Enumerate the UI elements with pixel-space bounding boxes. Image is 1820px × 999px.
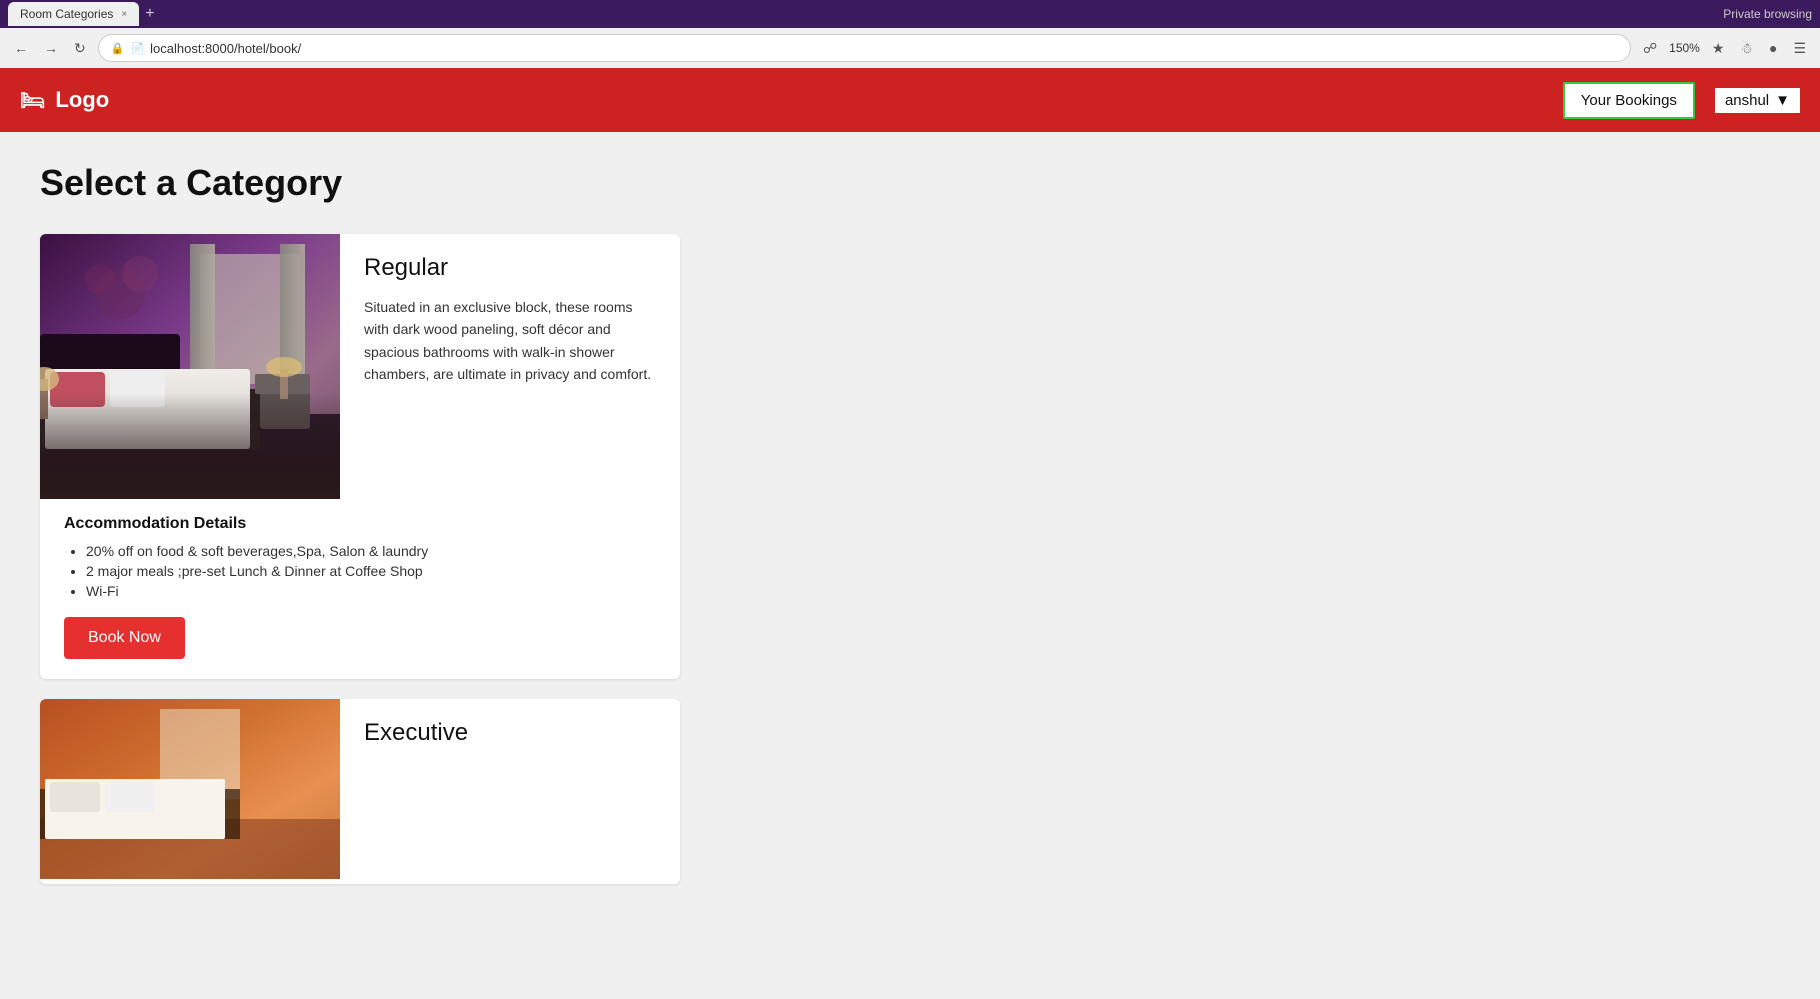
room-image-executive [40, 699, 340, 884]
accommodation-list-regular: 20% off on food & soft beverages,Spa, Sa… [64, 543, 656, 599]
category-name-executive: Executive [364, 719, 660, 747]
tab-title: Room Categories [20, 7, 113, 21]
category-description-regular: Situated in an exclusive block, these ro… [364, 296, 660, 386]
room-image-regular [40, 234, 340, 499]
feature-item: 20% off on food & soft beverages,Spa, Sa… [86, 543, 656, 559]
tab-bar: Room Categories × + Private browsing [0, 0, 1820, 28]
dropdown-icon: ▼ [1775, 92, 1790, 109]
feature-item: 2 major meals ;pre-set Lunch & Dinner at… [86, 563, 656, 579]
address-bar[interactable] [150, 41, 1618, 56]
browser-chrome: Room Categories × + Private browsing ← →… [0, 0, 1820, 68]
page-content: Select a Category [0, 132, 1820, 992]
page-icon: 📄 [130, 42, 144, 55]
shield-button[interactable]: ☃ [1736, 36, 1757, 61]
toolbar-right: ☍ 150% ★ ☃ ● ☰ [1639, 36, 1810, 61]
bookmark-button[interactable]: ★ [1708, 36, 1729, 61]
user-menu[interactable]: anshul ▼ [1715, 88, 1800, 113]
address-bar-container: 🔒 📄 [98, 34, 1631, 62]
user-name: anshul [1725, 92, 1769, 109]
category-name-regular: Regular [364, 254, 660, 282]
browser-toolbar: ← → ↻ 🔒 📄 ☍ 150% ★ ☃ ● ☰ [0, 28, 1820, 68]
profile-button[interactable]: ● [1765, 36, 1781, 60]
bed-icon: 🛏 [20, 88, 45, 113]
forward-button[interactable]: → [40, 36, 62, 60]
card-bottom-regular: Accommodation Details 20% off on food & … [40, 499, 680, 679]
page-title: Select a Category [40, 162, 1780, 204]
card-top-executive: Executive [40, 699, 680, 884]
refresh-button[interactable]: ↻ [70, 36, 90, 61]
feature-item: Wi-Fi [86, 583, 656, 599]
app-navbar: 🛏 Logo Your Bookings anshul ▼ [0, 68, 1820, 132]
your-bookings-button[interactable]: Your Bookings [1563, 82, 1695, 119]
back-button[interactable]: ← [10, 36, 32, 60]
active-tab[interactable]: Room Categories × [8, 2, 139, 26]
room-svg-regular [40, 234, 340, 499]
new-tab-button[interactable]: + [145, 5, 154, 23]
card-info-regular: Regular Situated in an exclusive block, … [364, 234, 680, 499]
category-card-executive: Executive [40, 699, 680, 884]
menu-button[interactable]: ☰ [1789, 36, 1810, 61]
category-card-regular: Regular Situated in an exclusive block, … [40, 234, 680, 679]
book-now-button-regular[interactable]: Book Now [64, 617, 185, 659]
zoom-level: 150% [1669, 41, 1700, 55]
security-icon: 🔒 [111, 42, 125, 55]
tab-close-icon[interactable]: × [121, 9, 127, 20]
logo-area[interactable]: 🛏 Logo [20, 87, 109, 113]
logo-text: Logo [55, 87, 109, 113]
reader-view-button[interactable]: ☍ [1639, 36, 1661, 61]
card-top-regular: Regular Situated in an exclusive block, … [40, 234, 680, 499]
card-info-executive: Executive [364, 699, 680, 884]
private-browsing-label: Private browsing [1723, 7, 1812, 21]
private-browsing-text: Private browsing [1723, 7, 1812, 21]
room-svg-executive [40, 699, 340, 879]
accommodation-title-regular: Accommodation Details [64, 515, 656, 533]
